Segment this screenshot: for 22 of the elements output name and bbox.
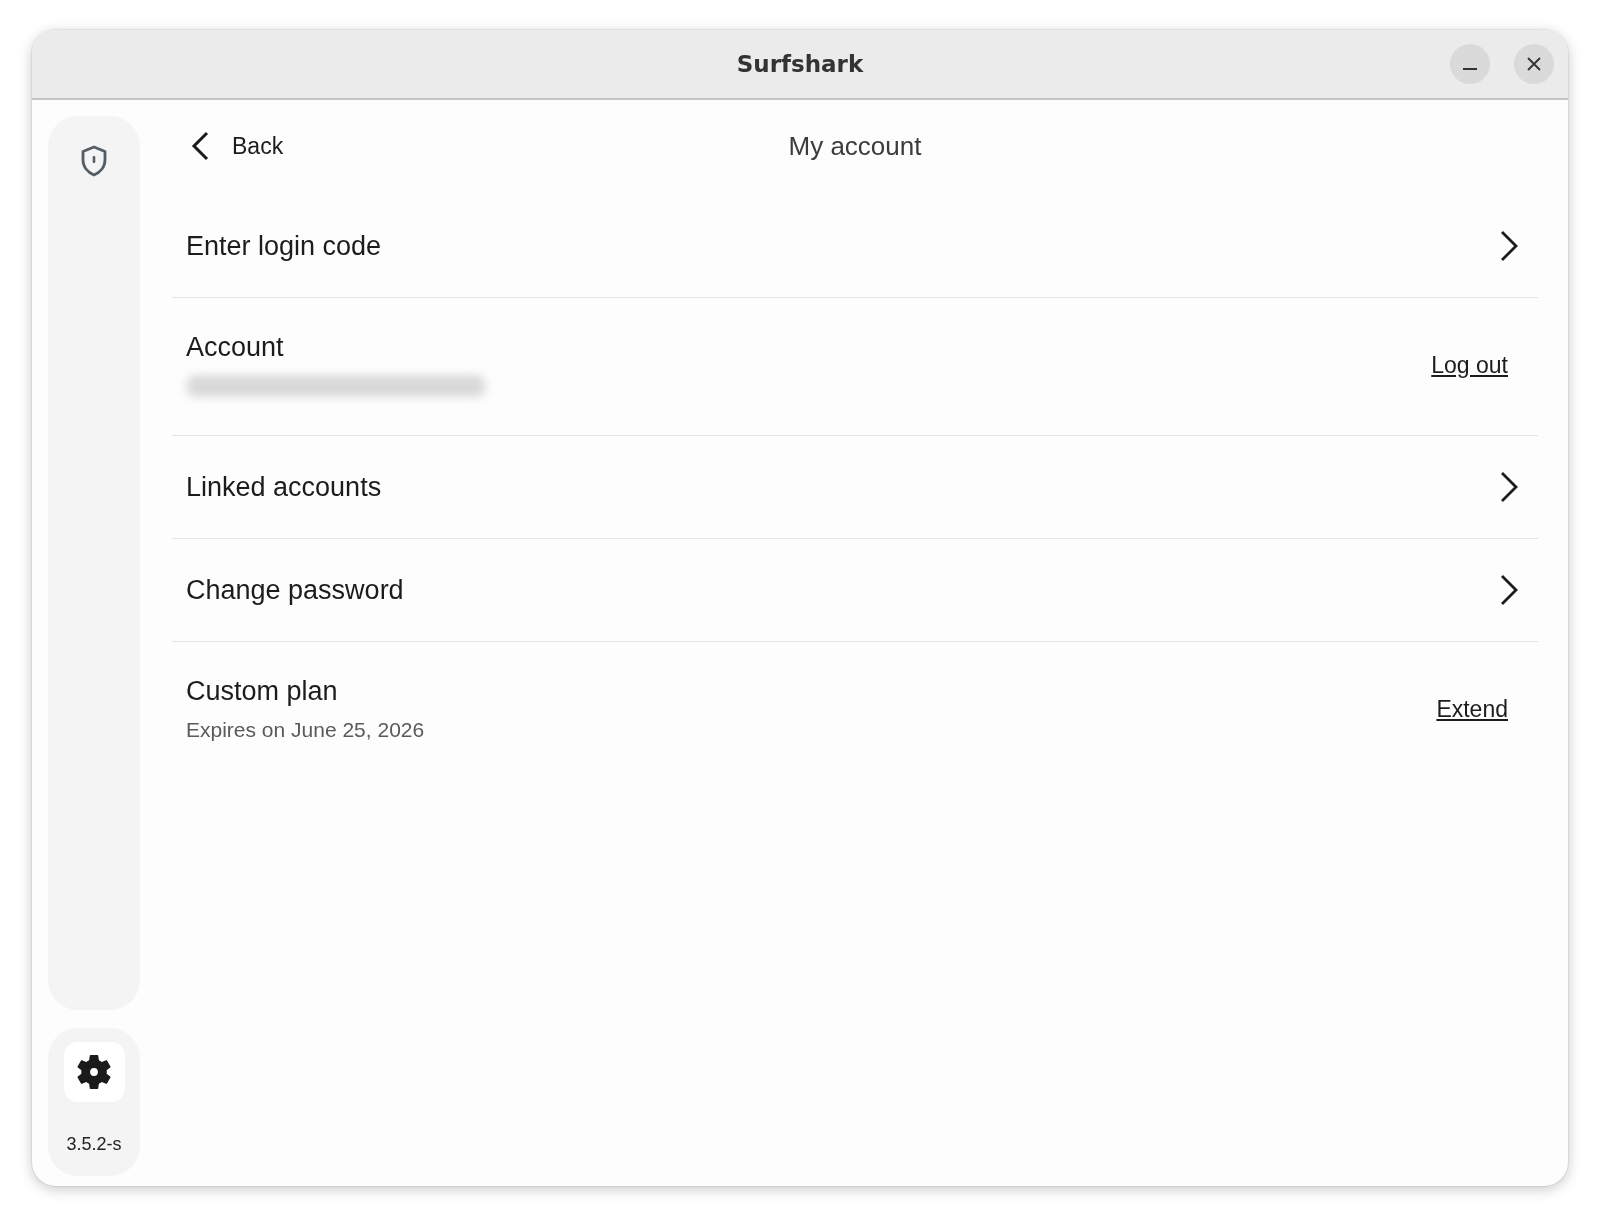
version-label: 3.5.2-s [66, 1134, 122, 1155]
page-title: My account [788, 130, 922, 162]
list-item[interactable]: Enter login code [172, 195, 1538, 298]
action-link[interactable]: Extend [1436, 695, 1508, 723]
close-button[interactable] [1514, 44, 1554, 84]
settings-button[interactable] [63, 1042, 125, 1102]
settings-icon [77, 1055, 111, 1089]
action-link[interactable]: Log out [1431, 351, 1508, 379]
back-button[interactable]: Back [190, 131, 284, 161]
chevron-right-icon [1500, 574, 1518, 606]
close-icon [1527, 57, 1541, 71]
row-subtitle: Expires on June 25, 2026 [186, 717, 425, 743]
minimize-icon [1463, 68, 1477, 70]
row-title: Account [186, 331, 284, 364]
shield-icon[interactable] [81, 145, 107, 177]
chevron-right-icon [1500, 471, 1518, 503]
list-item[interactable]: Change password [172, 539, 1538, 642]
list-item[interactable]: Linked accounts [172, 436, 1538, 539]
window-title: Surfshark [736, 51, 864, 77]
chevron-left-icon [190, 131, 210, 161]
chevron-right-icon [1500, 230, 1518, 262]
row-title: Custom plan [186, 675, 338, 708]
